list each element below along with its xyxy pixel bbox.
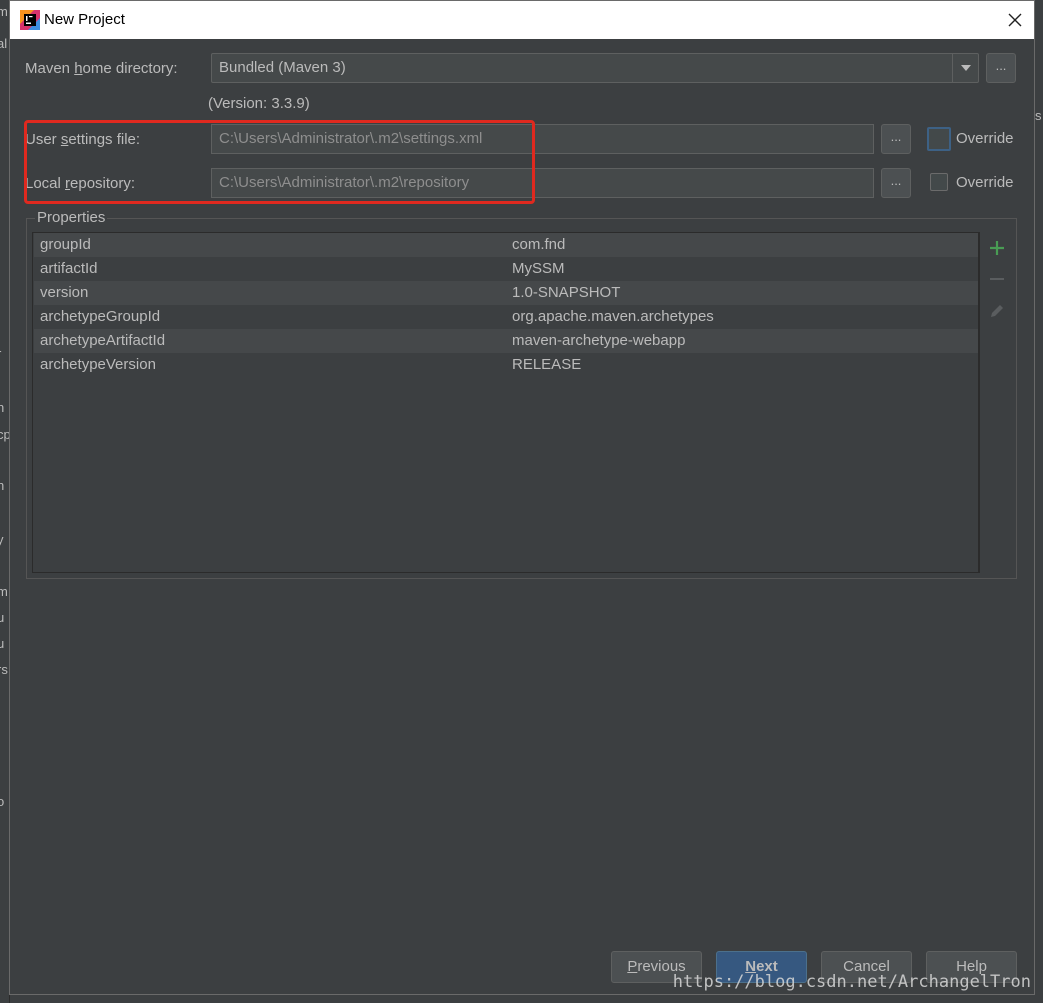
property-value: org.apache.maven.archetypes bbox=[512, 308, 714, 325]
background-ide-right-strip: s bbox=[1034, 38, 1043, 998]
maven-home-combo[interactable]: Bundled (Maven 3) bbox=[211, 53, 979, 83]
add-property-button[interactable] bbox=[986, 237, 1008, 259]
user-settings-override-checkbox[interactable] bbox=[927, 127, 951, 151]
mnemonic: P bbox=[627, 958, 638, 975]
table-row[interactable]: artifactId MySSM bbox=[34, 257, 978, 281]
local-repository-override-checkbox[interactable] bbox=[930, 173, 948, 191]
label-text: Maven bbox=[25, 60, 75, 77]
bg-text-fragment: m bbox=[0, 4, 8, 19]
table-row[interactable]: archetypeVersion RELEASE bbox=[34, 353, 978, 377]
bg-text-fragment: s bbox=[1035, 108, 1042, 123]
table-row[interactable]: archetypeArtifactId maven-archetype-webap… bbox=[34, 329, 978, 353]
bg-text-fragment: r bbox=[0, 346, 1, 361]
mnemonic: h bbox=[74, 60, 83, 77]
table-row[interactable]: version 1.0-SNAPSHOT bbox=[34, 281, 978, 305]
bg-text-fragment: n bbox=[0, 400, 4, 415]
title-bar: New Project bbox=[10, 1, 1034, 39]
maven-home-browse-button[interactable]: ... bbox=[986, 53, 1016, 83]
property-key: archetypeGroupId bbox=[40, 308, 161, 325]
close-button[interactable] bbox=[1002, 7, 1028, 33]
maven-home-value: Bundled (Maven 3) bbox=[219, 59, 346, 76]
bg-text-fragment: u bbox=[0, 610, 4, 625]
bg-text-fragment: n bbox=[0, 478, 4, 493]
property-value: maven-archetype-webapp bbox=[512, 332, 686, 349]
property-key: groupId bbox=[40, 236, 91, 253]
bg-text-fragment: o bbox=[0, 794, 4, 809]
properties-title: Properties bbox=[35, 209, 108, 226]
user-settings-browse-button[interactable]: ... bbox=[881, 124, 911, 154]
property-key: archetypeVersion bbox=[40, 356, 156, 373]
chevron-down-icon bbox=[960, 65, 971, 71]
dialog-title: New Project bbox=[44, 11, 125, 28]
maven-version-label: (Version: 3.3.9) bbox=[208, 95, 310, 112]
table-row[interactable]: archetypeGroupId org.apache.maven.archety… bbox=[34, 305, 978, 329]
maven-home-label: Maven home directory: bbox=[25, 60, 178, 77]
local-repository-override-label[interactable]: Override bbox=[956, 174, 1014, 191]
bg-text-fragment: u bbox=[0, 636, 4, 651]
user-settings-override-label[interactable]: Override bbox=[956, 130, 1014, 147]
property-key: archetypeArtifactId bbox=[40, 332, 166, 349]
properties-toolbar bbox=[979, 232, 1015, 573]
label-text: ome directory: bbox=[82, 60, 178, 77]
bg-text-fragment: m bbox=[0, 584, 8, 599]
bg-text-fragment: al bbox=[0, 36, 8, 51]
bg-text-fragment: rs bbox=[0, 662, 8, 677]
property-value: MySSM bbox=[512, 260, 565, 277]
remove-property-button[interactable] bbox=[986, 268, 1008, 290]
table-row[interactable]: groupId com.fnd bbox=[34, 233, 978, 257]
highlight-annotation bbox=[24, 120, 535, 204]
property-value: com.fnd bbox=[512, 236, 566, 253]
intellij-icon bbox=[20, 10, 40, 30]
new-project-dialog: New Project Maven home directory: Bundle… bbox=[9, 0, 1035, 995]
properties-table[interactable]: groupId com.fnd artifactId MySSM version 1.… bbox=[32, 232, 979, 573]
property-key: version bbox=[40, 284, 89, 301]
remove-icon bbox=[990, 278, 1004, 280]
dropdown-arrow[interactable] bbox=[952, 54, 978, 82]
close-icon bbox=[1008, 13, 1022, 27]
edit-icon bbox=[991, 305, 1003, 317]
property-key: artifactId bbox=[40, 260, 98, 277]
edit-property-button[interactable] bbox=[986, 300, 1008, 322]
watermark: https://blog.csdn.net/ArchangelTron bbox=[672, 972, 1031, 992]
local-repository-browse-button[interactable]: ... bbox=[881, 168, 911, 198]
bg-text-fragment: y bbox=[0, 532, 4, 547]
property-value: RELEASE bbox=[512, 356, 582, 373]
add-icon bbox=[990, 241, 1004, 255]
property-value: 1.0-SNAPSHOT bbox=[512, 284, 621, 301]
